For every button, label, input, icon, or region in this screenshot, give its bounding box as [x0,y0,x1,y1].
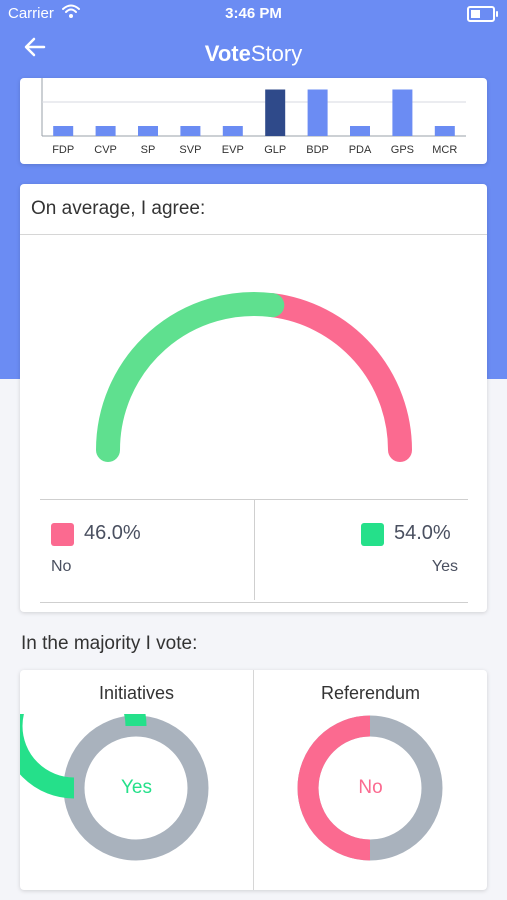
party-bar-chart: FDP CVP SP SVP EVP GLP BDP PDA GPS MCR [41,78,466,156]
party-bar-glp [265,89,286,136]
agree-card: On average, I agree: 46.0% No 54.0% Yes [20,184,487,612]
party-bar-gps [392,89,413,136]
app-title-light: Story [250,41,303,66]
yes-percent: 54.0% [394,522,451,544]
no-label: No [51,558,72,575]
party-label-evp: EVP [222,144,244,156]
agree-stats: 46.0% No 54.0% Yes [40,499,468,603]
agree-title: On average, I agree: [31,198,206,219]
party-label-svp: SVP [179,144,201,156]
app-title: VoteStory [0,41,507,67]
initiatives-title: Initiatives [98,683,175,703]
stats-divider [254,500,255,600]
party-label-bdp: BDP [306,144,329,156]
no-percent: 46.0% [84,522,141,544]
agree-gauge [96,292,412,462]
referendum-result: No [358,777,383,798]
initiatives-result: Yes [121,777,152,798]
nav-bar: VoteStory [0,28,507,78]
yes-swatch [361,523,384,546]
status-bar: Carrier 3:46 PM [0,0,507,28]
party-label-sp: SP [141,144,156,156]
party-label-cvp: CVP [94,144,117,156]
party-bar-pda [350,126,370,136]
party-bar-svp [180,126,201,136]
yes-label: Yes [431,558,458,575]
party-bar-mcr [434,126,455,136]
party-label-gps: GPS [391,144,414,156]
party-bar-cvp [95,126,116,136]
no-swatch [51,523,74,546]
party-label-glp: GLP [264,144,286,156]
party-bar-sp [138,126,158,136]
party-bar-evp [222,126,243,136]
party-label-mcr: MCR [432,144,457,156]
party-chart-card: FDP CVP SP SVP EVP GLP BDP PDA GPS MCR [20,78,487,164]
gauge-no-arc [260,293,412,462]
status-time: 3:46 PM [225,5,282,22]
party-bar-bdp [307,89,328,136]
gauge-yes-arc [96,292,285,462]
party-label-pda: PDA [349,144,372,156]
party-bar-fdp [53,126,74,136]
referendum-title: Referendum [320,683,421,703]
app-title-bold: Vote [204,41,251,66]
majority-card: Initiatives Yes Referendum No [20,670,487,890]
majority-title: In the majority I vote: [21,633,198,654]
party-label-fdp: FDP [52,144,74,156]
battery-icon [467,6,498,22]
